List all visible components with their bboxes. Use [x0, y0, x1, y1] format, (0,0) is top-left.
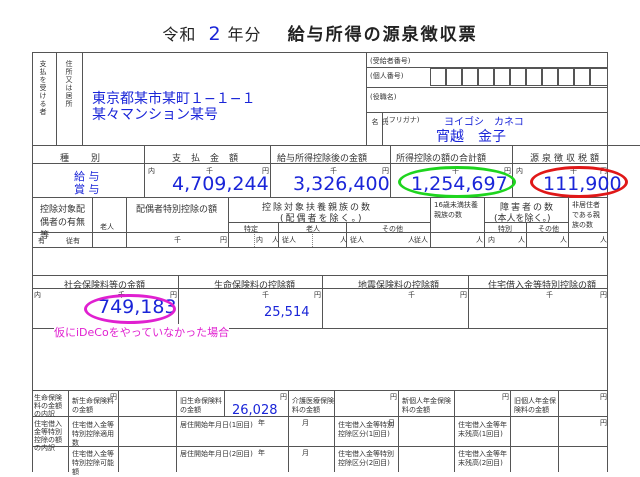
- ded-sen-3: 千: [408, 291, 415, 299]
- social-insurance-label: 社会保険料等の金額: [64, 281, 146, 291]
- income-type-bonus: 賞 与: [74, 183, 100, 196]
- specific-label: 特定: [244, 225, 258, 233]
- ded-sen-4: 千: [546, 291, 553, 299]
- unit-en-h1: 円: [600, 419, 607, 427]
- green-highlight-circle: [398, 166, 516, 198]
- payment-amount: 4,709,244: [172, 173, 269, 195]
- type-header: 種別: [60, 154, 123, 164]
- unit-en-d1: 円: [110, 393, 117, 401]
- section1-label: 住宅借入金等特別控除区分(1回目): [338, 421, 394, 438]
- ded-en-3: 円: [460, 291, 467, 299]
- housing-loan-label: 住宅借入金等特別控除の額: [488, 281, 597, 291]
- ded-inner: 内: [34, 291, 41, 299]
- spouse-yes: 有: [38, 237, 45, 245]
- old-life-label: 旧生命保険料の金額: [180, 397, 222, 414]
- pink-highlight-circle: [84, 294, 176, 324]
- withholding-header: 源泉徴収税額: [530, 154, 603, 164]
- dep-person-4: 人: [476, 236, 483, 244]
- after-deduction-amount: 3,326,400: [293, 173, 390, 195]
- life-insurance-amount: 25,514: [264, 305, 310, 320]
- dep-from-2: 従人: [350, 236, 364, 244]
- spouse-subordinate: 従有: [66, 237, 80, 245]
- capacity-label: 住宅借入金等特別控除可能額: [72, 450, 114, 476]
- dep-person-2: 人: [340, 236, 347, 244]
- other2-label: その他: [538, 225, 559, 233]
- dep-person-1: 人: [272, 236, 279, 244]
- unit-en-d5: 円: [600, 393, 607, 401]
- year-2: 年: [258, 449, 265, 457]
- recipient-label: 支払を受ける者: [39, 60, 47, 116]
- year-1: 年: [258, 419, 265, 427]
- old-label: 老人: [306, 225, 320, 233]
- dep-from-1: 従人: [282, 236, 296, 244]
- under16-label: 16歳未満扶養親族の数: [434, 201, 478, 219]
- after-deduction-header: 給与所得控除後の金額: [277, 154, 368, 164]
- ded-en-4: 円: [600, 291, 607, 299]
- dep-person-5: 人: [518, 236, 525, 244]
- special-label: 特別: [498, 225, 512, 233]
- era: 令和: [162, 25, 197, 44]
- section2-label: 住宅借入金等特別控除区分(2回目): [338, 450, 394, 467]
- position-label: (役職名): [370, 93, 397, 101]
- life-insurance-label: 生命保険料の控除額: [214, 281, 296, 291]
- form-name: 給与所得の源泉徴収票: [287, 25, 478, 45]
- disabled-sub: (本人を除く。): [494, 214, 551, 224]
- ded-en-2: 円: [314, 291, 321, 299]
- old-pension-label: 旧個人年金保険料の金額: [514, 397, 556, 414]
- care-label: 介護医療保険料の金額: [292, 397, 334, 414]
- elderly-label: 老人: [100, 223, 114, 231]
- spouse-special-label: 配偶者特別控除の額: [136, 205, 218, 215]
- month-1: 月: [302, 419, 309, 427]
- dep-inner-2: 内: [488, 236, 495, 244]
- dep-unit-sen: 千: [174, 236, 181, 244]
- furigana-label: (フリガナ): [386, 116, 420, 124]
- balance2-label: 住宅借入金等年末残高(2回目): [458, 450, 507, 467]
- dependents-sub: (配偶者を除く。): [280, 214, 364, 224]
- ded-sen-2: 千: [262, 291, 269, 299]
- address-line2: 某々マンション某号: [92, 107, 218, 123]
- breakdown-label: 生命保険料の金額の内訳: [34, 394, 62, 418]
- year-suffix: 年分: [227, 25, 262, 44]
- balance1-label: 住宅借入金等年末残高(1回目): [458, 421, 507, 438]
- month-2: 月: [302, 449, 309, 457]
- unit-en-d3: 円: [390, 393, 397, 401]
- payment-header: 支払金額: [172, 154, 249, 164]
- recipient-no-label: (受給者番号): [370, 57, 411, 65]
- non-resident-label: 非居住者である親族の数: [572, 201, 600, 229]
- payee-name: 宵越 金子: [436, 129, 506, 145]
- dep-inner-1: 内: [256, 236, 263, 244]
- address-label: 住所又は居所: [65, 60, 73, 108]
- earthquake-insurance-label: 地震保険料の控除額: [358, 281, 440, 291]
- unit-en-d2: 円: [280, 393, 287, 401]
- housing-count-label: 住宅借入金等特別控除適用数: [72, 421, 114, 447]
- unit-en-d4: 円: [502, 393, 509, 401]
- personal-no-label: (個人番号): [370, 72, 404, 80]
- dep-person-6: 人: [560, 236, 567, 244]
- residence-date1-label: 居住開始年月日(1回目): [180, 421, 253, 429]
- other-label: その他: [382, 225, 403, 233]
- inner-mark: 内: [148, 167, 155, 175]
- new-pension-label: 新個人年金保険料の金額: [402, 397, 451, 414]
- year: 2: [208, 23, 222, 45]
- residence-date2-label: 居住開始年月日(2回目): [180, 450, 253, 458]
- dep-person-7: 人: [600, 236, 607, 244]
- ideco-note: 仮にiDeCoをやっていなかった場合: [54, 324, 230, 340]
- old-life-value: 26,028: [232, 403, 278, 418]
- red-highlight-circle: [530, 166, 628, 198]
- document-title: 令和 2 年分 給与所得の源泉徴収票: [0, 20, 640, 45]
- inner-mark-2: 内: [516, 167, 523, 175]
- dep-from-3: 従人: [414, 236, 428, 244]
- dep-unit-en: 円: [220, 236, 227, 244]
- deduction-total-header: 所得控除の額の合計額: [396, 154, 487, 164]
- housing-breakdown-label: 住宅借入金等特別控除の額の内訳: [34, 420, 62, 452]
